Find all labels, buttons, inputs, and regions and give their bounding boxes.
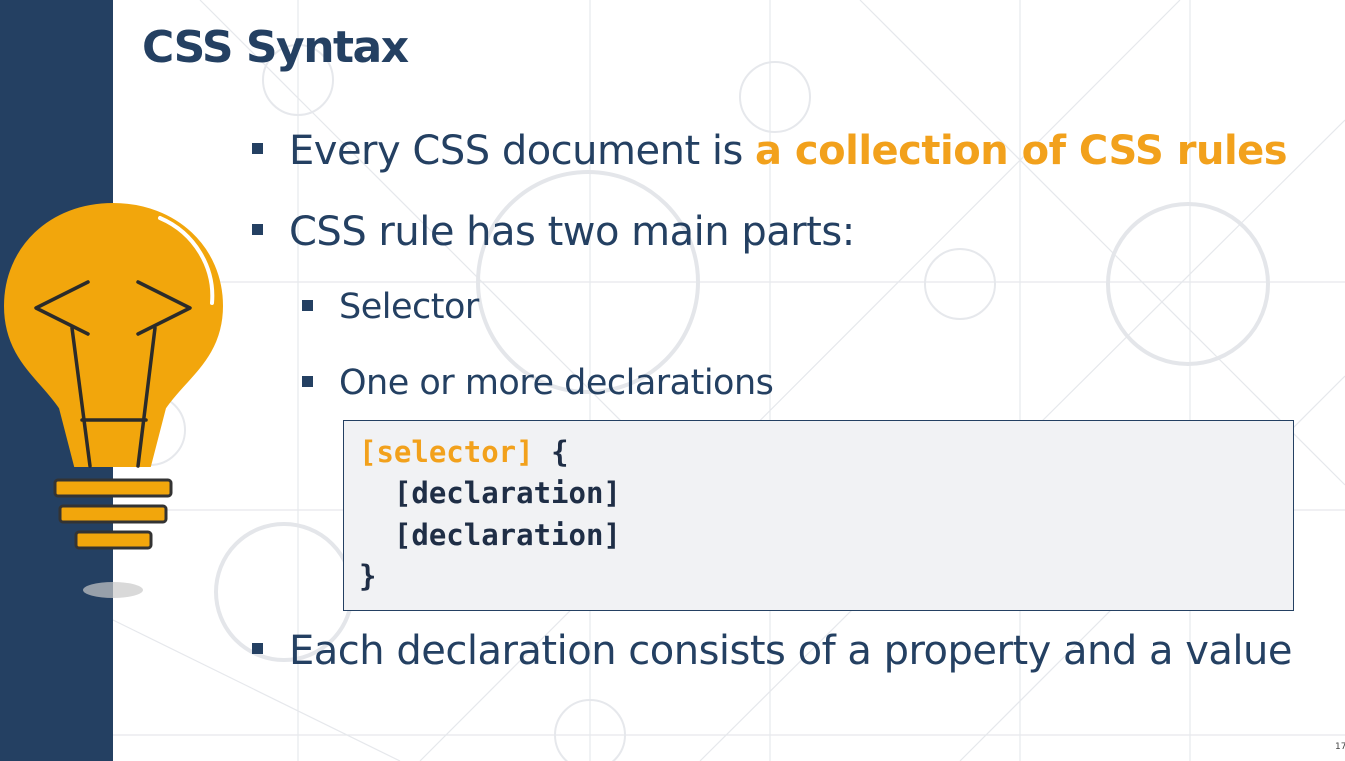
- code-block: [selector] { [declaration] [declaration]…: [343, 420, 1294, 611]
- code-close-brace: }: [359, 559, 377, 593]
- page-number: 17: [1335, 742, 1345, 752]
- square-bullet-icon: [252, 143, 263, 154]
- bullet-css-document: Every CSS document is a collection of CS…: [289, 128, 1288, 174]
- bullet-declaration-parts: Each declaration consists of a property …: [289, 628, 1293, 674]
- bullet-css-rule-parts: CSS rule has two main parts:: [289, 209, 855, 255]
- square-bullet-icon: [252, 224, 263, 235]
- highlight-text: a collection of CSS rules: [755, 128, 1288, 174]
- code-line-declaration: [declaration]: [359, 476, 621, 510]
- sub-bullet-selector: Selector: [339, 287, 479, 327]
- code-selector: [selector]: [359, 435, 534, 469]
- sub-bullet-declarations: One or more declarations: [339, 363, 774, 403]
- square-bullet-icon: [252, 643, 263, 654]
- bullet-text: Every CSS document is: [289, 128, 756, 174]
- square-bullet-icon: [302, 300, 313, 311]
- page-title: CSS Syntax: [142, 22, 409, 73]
- lightbulb-code-icon: [3, 202, 224, 598]
- code-line-selector: [selector] {: [359, 435, 569, 469]
- code-open-brace: {: [533, 435, 569, 469]
- square-bullet-icon: [302, 376, 313, 387]
- code-line-declaration: [declaration]: [359, 518, 621, 552]
- slide: CSS Syntax Every CSS document is a colle…: [0, 0, 1345, 761]
